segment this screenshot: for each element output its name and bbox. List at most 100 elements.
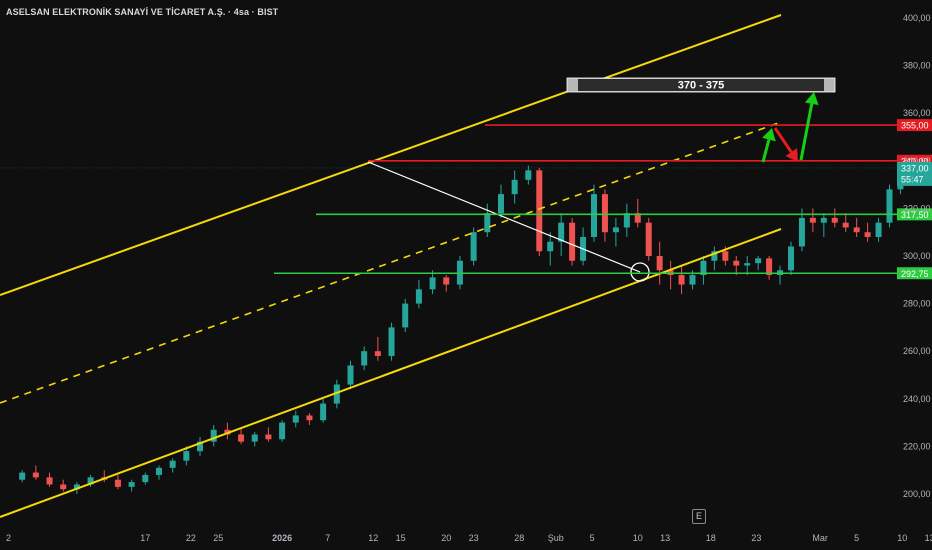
- candle-body: [853, 227, 860, 233]
- chart-title: ASELSAN ELEKTRONİK SANAYİ VE TİCARET A.Ş…: [6, 7, 279, 17]
- candle-body: [601, 194, 608, 233]
- candle-body: [875, 222, 882, 237]
- candle-body: [415, 289, 422, 304]
- candle-body: [678, 275, 685, 285]
- time-tick-label: 5: [854, 533, 859, 543]
- time-tick-label: 2: [6, 533, 11, 543]
- time-tick-label: 22: [186, 533, 196, 543]
- time-tick-label: 5: [590, 533, 595, 543]
- time-tick-label: 13: [925, 533, 932, 543]
- countdown-label: 55:47: [901, 174, 924, 184]
- candle-body: [525, 170, 532, 180]
- last-price-label: 337,00: [901, 163, 929, 173]
- candle-body: [251, 434, 258, 442]
- candle-body: [886, 189, 893, 223]
- candle-body: [60, 484, 67, 490]
- candle-body: [279, 422, 286, 440]
- up-arrow-first: [761, 128, 776, 163]
- candle-body: [32, 472, 39, 478]
- candle-body: [591, 194, 598, 237]
- candle-body: [787, 246, 794, 271]
- candle-body: [19, 472, 26, 480]
- candle-body: [265, 434, 272, 440]
- channel-lower-line: [0, 228, 782, 518]
- candle-body: [320, 403, 327, 421]
- price-tick-label: 360,00: [903, 108, 931, 118]
- candle-body: [744, 263, 751, 266]
- time-tick-label: 17: [140, 533, 150, 543]
- candle-body: [842, 222, 849, 228]
- candle-body: [733, 260, 740, 266]
- candle-body: [361, 351, 368, 366]
- candle-body: [547, 241, 554, 252]
- arrow-shaft: [773, 127, 793, 153]
- candle-body: [864, 232, 871, 237]
- analysis-drawings: 370 - 375: [0, 14, 897, 518]
- candlestick-series: [19, 158, 904, 494]
- candle-body: [623, 213, 630, 228]
- down-arrow-pullback: [773, 127, 798, 162]
- price-tick-label: 320,00: [903, 203, 931, 213]
- candle-body: [347, 365, 354, 385]
- time-tick-label: 7: [325, 533, 330, 543]
- arrow-shaft: [761, 139, 771, 163]
- candle-body: [114, 479, 121, 487]
- up-arrow-target: [799, 92, 819, 161]
- candle-body: [820, 217, 827, 223]
- candle-body: [689, 275, 696, 285]
- candle-body: [798, 217, 805, 247]
- price-tick-label: 260,00: [903, 346, 931, 356]
- arrow-head: [762, 128, 776, 142]
- price-tick-label: 400,00: [903, 13, 931, 23]
- time-tick-label: 10: [897, 533, 907, 543]
- channel-upper-line: [0, 14, 782, 296]
- time-tick-label: 12: [368, 533, 378, 543]
- price-tick-label: 200,00: [903, 489, 931, 499]
- candle-body: [183, 451, 190, 461]
- time-tick-label: 2026: [272, 533, 292, 543]
- candle-body: [511, 179, 518, 195]
- candle-body: [645, 222, 652, 256]
- time-tick-label: 23: [751, 533, 761, 543]
- time-tick-label: 15: [396, 533, 406, 543]
- candle-body: [388, 327, 395, 356]
- candle-body: [569, 222, 576, 261]
- candle-body: [497, 194, 504, 214]
- earnings-event-badge[interactable]: E: [692, 509, 706, 524]
- candle-body: [755, 258, 762, 264]
- candle-body: [402, 303, 409, 328]
- candle-body: [484, 213, 491, 233]
- time-tick-label: 28: [514, 533, 524, 543]
- candle-body: [306, 415, 313, 421]
- level-tag-label: 355,00: [901, 121, 929, 131]
- candle-body: [831, 217, 838, 223]
- candle-body: [155, 467, 162, 475]
- price-chart[interactable]: 370 - 375 355,00340,00317,50292,75200,00…: [0, 0, 932, 550]
- candle-body: [46, 477, 53, 485]
- level-tag-label: 292,75: [901, 269, 929, 279]
- price-tick-label: 380,00: [903, 61, 931, 71]
- time-tick-label: 20: [441, 533, 451, 543]
- candle-body: [443, 277, 450, 285]
- time-tick-label: 23: [469, 533, 479, 543]
- price-tick-label: 220,00: [903, 441, 931, 451]
- price-axis: 355,00340,00317,50292,75200,00220,00240,…: [897, 13, 932, 499]
- target-zone-label: 370 - 375: [678, 80, 724, 92]
- candle-body: [374, 351, 381, 356]
- time-tick-label: 10: [633, 533, 643, 543]
- time-tick-label: 13: [660, 533, 670, 543]
- candle-body: [429, 277, 436, 290]
- candle-body: [536, 170, 543, 252]
- price-tick-label: 280,00: [903, 299, 931, 309]
- time-tick-label: Mar: [812, 533, 828, 543]
- candle-body: [470, 232, 477, 261]
- arrow-head: [804, 92, 819, 106]
- candle-body: [809, 217, 816, 223]
- channel-midline: [0, 121, 782, 404]
- candle-body: [722, 251, 729, 261]
- time-tick-label: 18: [706, 533, 716, 543]
- candle-body: [238, 434, 245, 442]
- candle-body: [142, 474, 149, 483]
- time-tick-label: 25: [213, 533, 223, 543]
- price-tick-label: 240,00: [903, 394, 931, 404]
